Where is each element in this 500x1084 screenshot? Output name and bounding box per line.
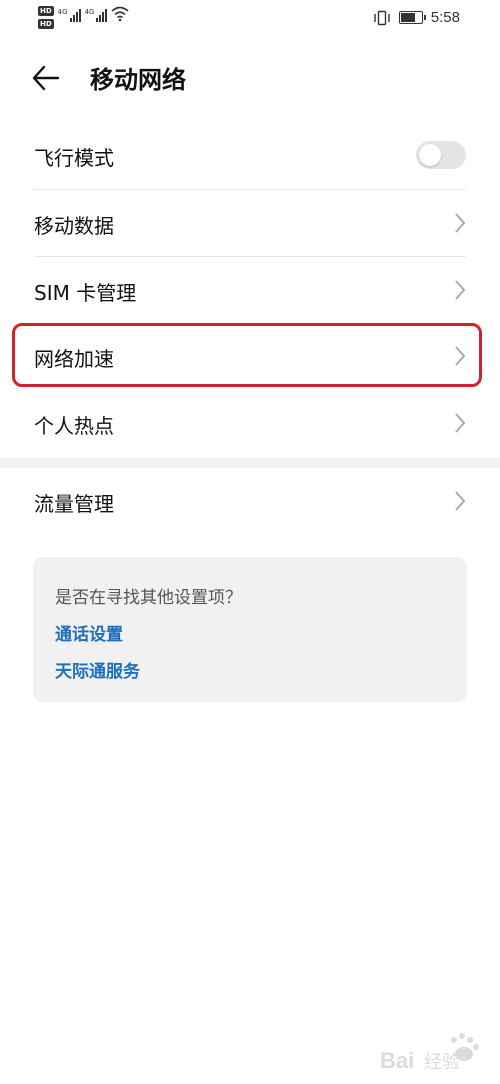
toggle-knob xyxy=(419,144,441,166)
baidu-jingyan-watermark: Bai 经验 xyxy=(380,1033,479,1073)
suggestion-card: 是否在寻找其他设置项？ 通话设置 天际通服务 xyxy=(33,557,467,702)
battery-icon xyxy=(398,11,426,24)
wifi-icon xyxy=(111,6,129,22)
status-right-icons: 5:58 xyxy=(373,9,460,26)
suggestion-question: 是否在寻找其他设置项？ xyxy=(55,588,242,608)
network-type-label: 4G xyxy=(84,8,95,16)
airplane-mode-label: 飞行模式 xyxy=(34,146,114,170)
mobile-data-row[interactable]: 移动数据 xyxy=(0,190,500,256)
hd-badge-2: HD xyxy=(38,19,54,29)
chevron-right-icon xyxy=(455,280,466,300)
mobile-network-settings-screen: HD HD 4G 4G 5:58 移动网络 飞行模式 移动数据 SIM 卡管理 … xyxy=(0,0,500,1084)
signal-icon: 4G xyxy=(85,8,108,22)
status-bar: HD HD 4G 4G 5:58 xyxy=(0,0,500,38)
network-type-label: 4G xyxy=(57,8,68,16)
tianjitong-service-link[interactable]: 天际通服务 xyxy=(55,657,140,682)
page-title: 移动网络 xyxy=(90,66,186,94)
clock: 5:58 xyxy=(430,9,460,26)
personal-hotspot-label: 个人热点 xyxy=(34,414,114,438)
vibrate-icon xyxy=(374,10,390,25)
signal-icon: 4G xyxy=(58,8,81,22)
section-separator xyxy=(0,458,500,468)
chevron-right-icon xyxy=(455,413,466,433)
airplane-mode-row[interactable]: 飞行模式 xyxy=(0,122,500,188)
chevron-right-icon xyxy=(455,213,466,233)
sim-management-label: SIM 卡管理 xyxy=(34,281,137,305)
airplane-mode-toggle[interactable] xyxy=(416,141,466,169)
svg-text:经验: 经验 xyxy=(424,1052,460,1073)
sim-management-row[interactable]: SIM 卡管理 xyxy=(0,257,500,323)
network-acceleration-label: 网络加速 xyxy=(34,347,114,371)
back-button[interactable] xyxy=(30,62,66,94)
svg-text:Bai: Bai xyxy=(380,1048,414,1073)
mobile-data-label: 移动数据 xyxy=(34,214,114,238)
chevron-right-icon xyxy=(455,346,466,366)
status-left-icons: HD HD 4G 4G xyxy=(38,6,129,29)
hd-icon: HD HD xyxy=(38,6,54,29)
chevron-right-icon xyxy=(455,491,466,511)
network-acceleration-row[interactable]: 网络加速 xyxy=(0,323,500,389)
call-settings-link[interactable]: 通话设置 xyxy=(55,620,123,645)
data-usage-label: 流量管理 xyxy=(34,492,114,516)
personal-hotspot-row[interactable]: 个人热点 xyxy=(0,390,500,456)
app-bar: 移动网络 xyxy=(0,50,500,106)
hd-badge-1: HD xyxy=(38,6,54,16)
data-usage-row[interactable]: 流量管理 xyxy=(0,468,500,534)
arrow-left-icon xyxy=(32,65,60,91)
battery-level-fill xyxy=(400,13,415,22)
